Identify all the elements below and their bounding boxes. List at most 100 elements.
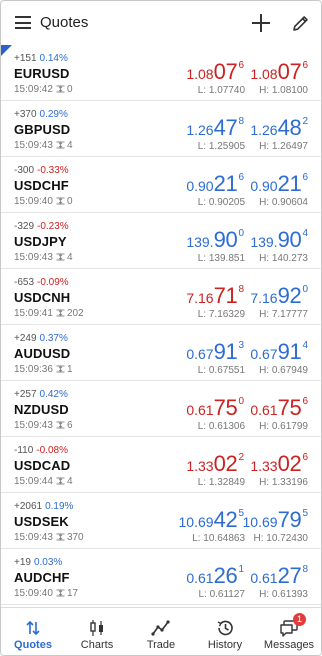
spread-value: 4 <box>66 140 73 151</box>
ask-price: 0.90216 <box>250 171 308 197</box>
spread-icon <box>56 309 65 317</box>
ask-price: 0.67914 <box>250 339 308 365</box>
nav-quotes[interactable]: Quotes <box>1 608 65 655</box>
bid-price-pips: 42 <box>213 507 238 532</box>
quote-row[interactable]: +370 0.29% GBPUSD 15:09:43 4 1.26478 1.26482 L:… <box>1 101 321 157</box>
menu-icon[interactable] <box>15 16 31 29</box>
change-points: +257 <box>14 389 37 400</box>
bid-price-fraction: 0 <box>238 396 244 407</box>
bid-price-fraction: 0 <box>238 228 244 239</box>
bid-price: 1.26478 <box>186 115 244 141</box>
quote-row[interactable]: -653 -0.09% USDCNH 15:09:41 202 7.16718 7.1692… <box>1 269 321 325</box>
bid-price-pips: 75 <box>213 395 238 420</box>
quote-row[interactable]: +2061 0.19% USDSEK 15:09:43 370 10.69425 10.69… <box>1 493 321 549</box>
quote-time: 15:09:43 <box>14 420 53 431</box>
change-percent: 0.19% <box>45 501 74 512</box>
time-spread-line: 15:09:43 4 <box>14 252 73 263</box>
ask-price: 0.61756 <box>250 395 308 421</box>
bid-price-fraction: 2 <box>238 452 244 463</box>
nav-trade[interactable]: Trade <box>129 608 193 655</box>
symbol-name: USDCNH <box>14 290 71 305</box>
bid-price: 0.67913 <box>186 339 244 365</box>
symbol-name: GBPUSD <box>14 122 71 137</box>
bid-price-pips: 90 <box>213 227 238 252</box>
ask-price: 10.69795 <box>243 507 308 533</box>
change-points: +370 <box>14 109 37 120</box>
bid-price: 0.90216 <box>186 171 244 197</box>
edit-pencil-icon[interactable] <box>291 13 311 33</box>
symbol-name: USDCAD <box>14 458 71 473</box>
ask-price-big-figure: 1.08 <box>250 66 278 82</box>
ask-price-pips: 75 <box>277 395 302 420</box>
change-points: -300 <box>14 165 35 176</box>
spread-value: 202 <box>66 308 84 319</box>
quote-time: 15:09:42 <box>14 84 53 95</box>
ask-price-pips: 79 <box>277 507 302 532</box>
bid-price: 10.69425 <box>179 507 244 533</box>
low-price: L: 0.61306 <box>197 421 245 432</box>
high-price: H: 10.72430 <box>253 533 309 544</box>
ask-price-pips: 91 <box>277 339 302 364</box>
change-line: -329 -0.23% <box>14 221 69 232</box>
ask-price: 7.16920 <box>250 283 308 309</box>
quote-row[interactable]: +249 0.37% AUDUSD 15:09:36 1 0.67913 0.67914 L:… <box>1 325 321 381</box>
bid-price-big-figure: 0.61 <box>186 570 214 586</box>
change-line: +19 0.03% <box>14 557 62 568</box>
ask-price-fraction: 2 <box>302 116 308 127</box>
quote-row[interactable]: +19 0.03% AUDCHF 15:09:40 17 0.61261 0.61278 L:… <box>1 549 321 605</box>
quote-row[interactable]: +151 0.14% EURUSD 15:09:42 0 1.08076 1.08076 L:… <box>1 45 321 101</box>
change-points: -653 <box>14 277 35 288</box>
spread-icon <box>56 421 65 429</box>
quote-row[interactable]: -329 -0.23% USDJPY 15:09:43 4 139.900 139.904 L… <box>1 213 321 269</box>
quote-row[interactable]: +257 0.42% NZDUSD 15:09:43 6 0.61750 0.61756 L:… <box>1 381 321 437</box>
quote-time: 15:09:44 <box>14 476 53 487</box>
ask-price-fraction: 8 <box>302 564 308 575</box>
ask-price: 0.61278 <box>250 563 308 589</box>
bid-price: 1.08076 <box>186 59 244 85</box>
change-percent: 0.29% <box>39 109 68 120</box>
bid-price: 139.900 <box>186 227 244 253</box>
low-price: L: 139.851 <box>197 253 245 264</box>
bid-price-big-figure: 1.26 <box>186 122 214 138</box>
ask-price-pips: 02 <box>277 451 302 476</box>
nav-history[interactable]: History <box>193 608 257 655</box>
change-line: +370 0.29% <box>14 109 68 120</box>
time-spread-line: 15:09:43 6 <box>14 420 73 431</box>
quote-row[interactable]: -300 -0.33% USDCHF 15:09:40 0 0.90216 0.90216 L… <box>1 157 321 213</box>
high-price: H: 0.61799 <box>259 421 308 432</box>
ask-price-fraction: 6 <box>302 172 308 183</box>
symbol-name: AUDCHF <box>14 570 70 585</box>
time-spread-line: 15:09:43 4 <box>14 140 73 151</box>
spread-value: 4 <box>66 476 73 487</box>
ask-price: 1.26482 <box>250 115 308 141</box>
ask-price: 1.08076 <box>250 59 308 85</box>
nav-charts[interactable]: Charts <box>65 608 129 655</box>
spread-value: 1 <box>66 364 73 375</box>
bid-price-fraction: 6 <box>238 60 244 71</box>
ask-price-big-figure: 0.67 <box>250 346 278 362</box>
low-price: L: 10.64863 <box>192 533 245 544</box>
ask-price-big-figure: 0.61 <box>250 402 278 418</box>
bid-price-pips: 02 <box>213 451 238 476</box>
nav-quotes-label: Quotes <box>14 639 52 651</box>
spread-value: 6 <box>66 420 73 431</box>
high-price: H: 1.08100 <box>259 85 308 96</box>
change-line: -653 -0.09% <box>14 277 69 288</box>
quote-time: 15:09:40 <box>14 588 53 599</box>
history-clock-icon <box>217 620 233 636</box>
spread-icon <box>56 141 65 149</box>
nav-messages[interactable]: 1 Messages <box>257 608 321 655</box>
add-symbol-icon[interactable] <box>252 14 270 32</box>
change-percent: 0.03% <box>33 557 63 568</box>
low-price: L: 0.90205 <box>197 197 245 208</box>
quote-row[interactable]: -110 -0.08% USDCAD 15:09:44 4 1.33022 1.33026 L… <box>1 437 321 493</box>
change-percent: 0.42% <box>39 389 68 400</box>
bid-price-big-figure: 0.90 <box>186 178 214 194</box>
bid-price: 7.16718 <box>186 283 244 309</box>
bid-price: 0.61261 <box>186 563 244 589</box>
change-points: +249 <box>14 333 37 344</box>
spread-icon <box>56 253 65 261</box>
change-line: +257 0.42% <box>14 389 68 400</box>
quote-list: +151 0.14% EURUSD 15:09:42 0 1.08076 1.08076 L:… <box>1 45 321 605</box>
bid-price-pips: 21 <box>213 171 238 196</box>
